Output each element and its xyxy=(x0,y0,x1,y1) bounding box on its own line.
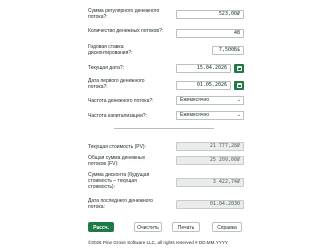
first-date-label-line2: потока?: xyxy=(88,84,108,90)
count-label: Количество денежных потоков?: xyxy=(88,28,164,34)
current-date-label: Текущая дата?: xyxy=(88,65,125,71)
calculator-form: Сумма регулярного денежного потока?: 523… xyxy=(84,0,250,251)
calculate-button[interactable]: Рассч. xyxy=(88,222,114,232)
compounding-select[interactable]: Ежемесячно ⌄ xyxy=(176,111,244,120)
last-date-label-line2: потока: xyxy=(88,204,105,210)
pv-label: Текущая стоимость (PV): xyxy=(88,144,146,150)
compounding-value: Ежемесячно xyxy=(180,112,210,118)
chevron-down-icon: ⌄ xyxy=(236,97,241,103)
frequency-select[interactable]: Ежемесячно ⌄ xyxy=(176,96,244,105)
fv-output: 25 209,00₽ xyxy=(176,156,244,165)
clear-button[interactable]: Очистить xyxy=(134,222,162,232)
frequency-value: Ежемесячно xyxy=(180,97,210,103)
fv-label-line2: потоков (FV): xyxy=(88,161,119,167)
calendar-icon[interactable] xyxy=(234,64,244,73)
discount-output: 3 422,74₽ xyxy=(176,178,244,187)
pv-output: 21 777,28₽ xyxy=(176,142,244,151)
chevron-down-icon: ⌄ xyxy=(236,112,241,118)
print-button[interactable]: Печать xyxy=(172,222,200,232)
payment-count-input[interactable]: 48 xyxy=(176,29,244,38)
current-date-input[interactable]: 15.04.2026 xyxy=(176,64,231,73)
compounding-label: Частота капитализации?: xyxy=(88,113,147,119)
frequency-label: Частота денежного потока?: xyxy=(88,98,154,104)
rate-label-line2: дисконтирования?: xyxy=(88,50,133,56)
divider xyxy=(114,128,214,129)
calendar-icon[interactable] xyxy=(234,81,244,90)
discount-label-line3: стоимость): xyxy=(88,184,115,190)
last-date-output: 01.04.2030 xyxy=(176,200,244,209)
help-button[interactable]: Справка xyxy=(212,222,242,232)
payment-amount-input[interactable]: 523,00₽ xyxy=(176,10,244,19)
payment-label-line2: потока?: xyxy=(88,14,108,20)
discount-rate-input[interactable]: 7,500Б$ xyxy=(212,46,244,55)
footer-copyright: ©2026 Pine Grove Software LLC, all right… xyxy=(88,240,228,245)
first-date-input[interactable]: 01.05.2026 xyxy=(176,81,231,90)
